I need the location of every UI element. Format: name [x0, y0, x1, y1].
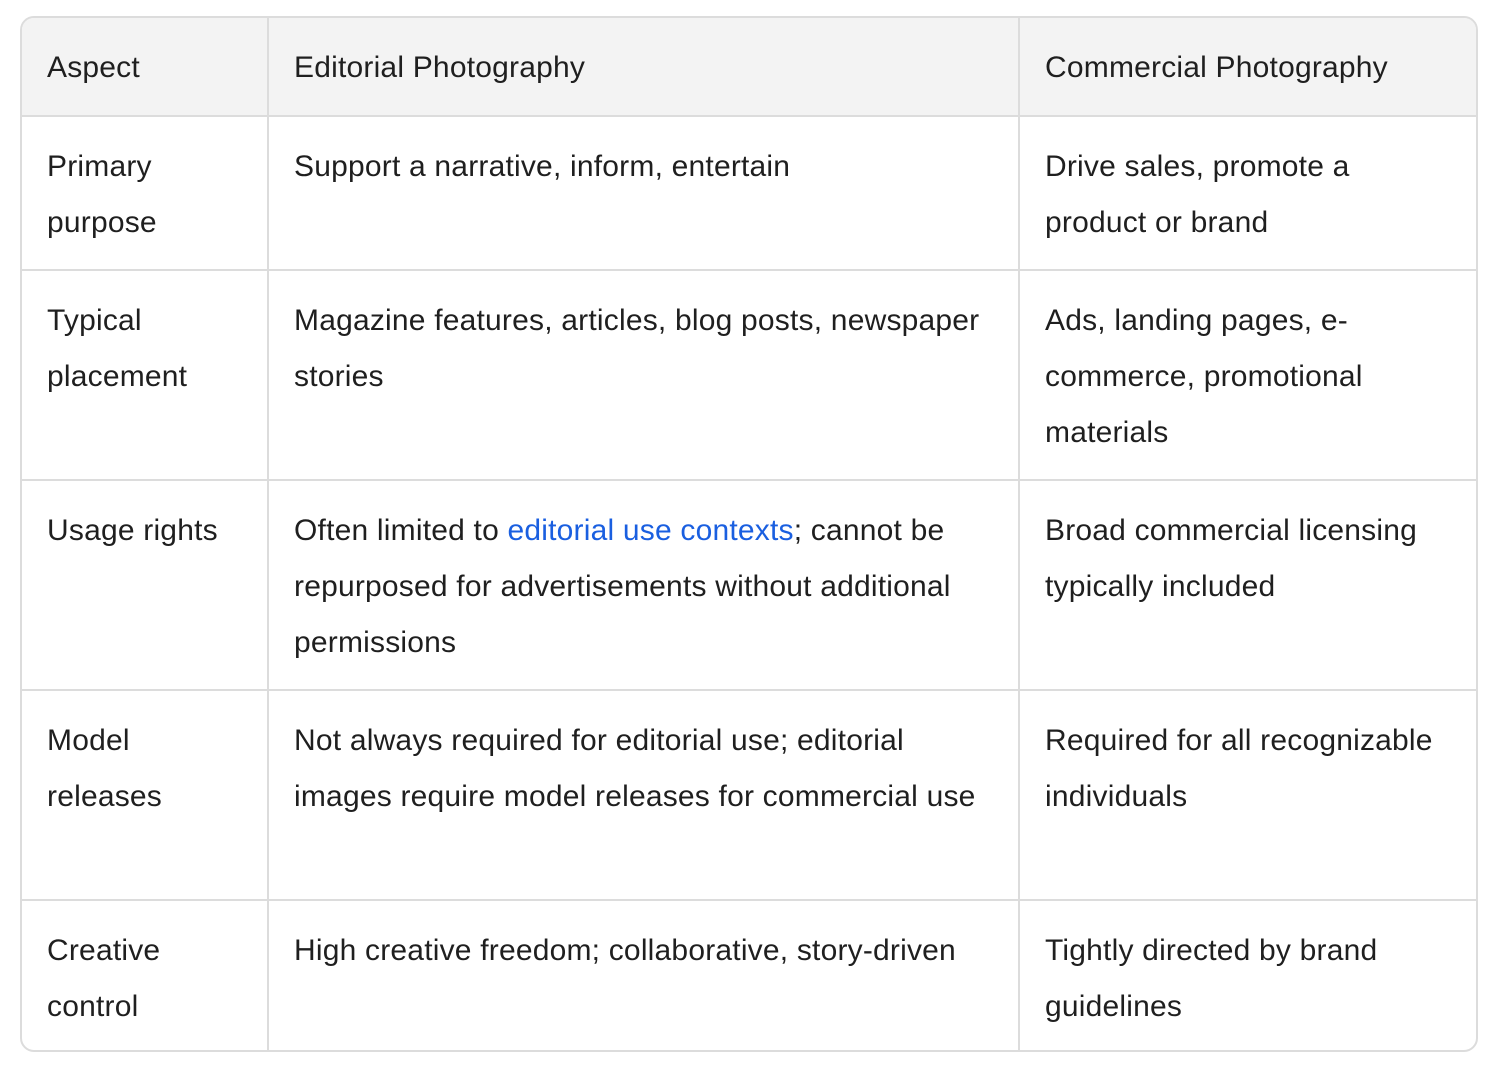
table-row: Typical placement Magazine features, art… — [22, 270, 1476, 481]
table-header: Aspect Editorial Photography Commercial … — [22, 18, 1476, 117]
header-commercial: Commercial Photography — [1019, 18, 1476, 117]
cell-aspect: Typical placement — [22, 270, 269, 481]
table-row: Model releases Not always required for e… — [22, 690, 1476, 901]
table-row: Usage rights Often limited to editorial … — [22, 480, 1476, 691]
cell-commercial: Required for all recognizable individual… — [1019, 690, 1476, 901]
header-aspect: Aspect — [22, 18, 269, 117]
table-body: Primary purpose Support a narrative, inf… — [22, 116, 1476, 1050]
cell-aspect: Primary purpose — [22, 116, 269, 271]
cell-editorial: Not always required for editorial use; e… — [268, 690, 1020, 901]
comparison-table: Aspect Editorial Photography Commercial … — [22, 18, 1476, 1050]
cell-text: Often limited to — [294, 514, 508, 547]
cell-editorial: High creative freedom; collaborative, st… — [268, 900, 1020, 1050]
cell-commercial: Drive sales, promote a product or brand — [1019, 116, 1476, 271]
cell-commercial: Tightly directed by brand guidelines — [1045, 934, 1378, 1023]
table-row: Primary purpose Support a narrative, inf… — [22, 116, 1476, 271]
cell-editorial: Magazine features, articles, blog posts,… — [268, 270, 1020, 481]
cell-editorial: Often limited to editorial use contexts;… — [268, 480, 1020, 691]
cell-aspect: Usage rights — [22, 480, 269, 691]
cell-aspect: Creative control — [22, 900, 269, 1050]
header-row: Aspect Editorial Photography Commercial … — [22, 18, 1476, 117]
table-row: Creative control High creative freedom; … — [22, 900, 1476, 1050]
comparison-table-container: Aspect Editorial Photography Commercial … — [20, 16, 1478, 1052]
editorial-use-contexts-link[interactable]: editorial use contexts — [508, 514, 794, 547]
cell-aspect: Model releases — [22, 690, 269, 901]
cell-commercial: Ads, landing pages, e-commerce, promotio… — [1019, 270, 1476, 481]
cell-editorial: Support a narrative, inform, entertain — [268, 116, 1020, 271]
header-editorial: Editorial Photography — [268, 18, 1020, 117]
cell-commercial: Broad commercial licensing typically inc… — [1019, 480, 1476, 691]
